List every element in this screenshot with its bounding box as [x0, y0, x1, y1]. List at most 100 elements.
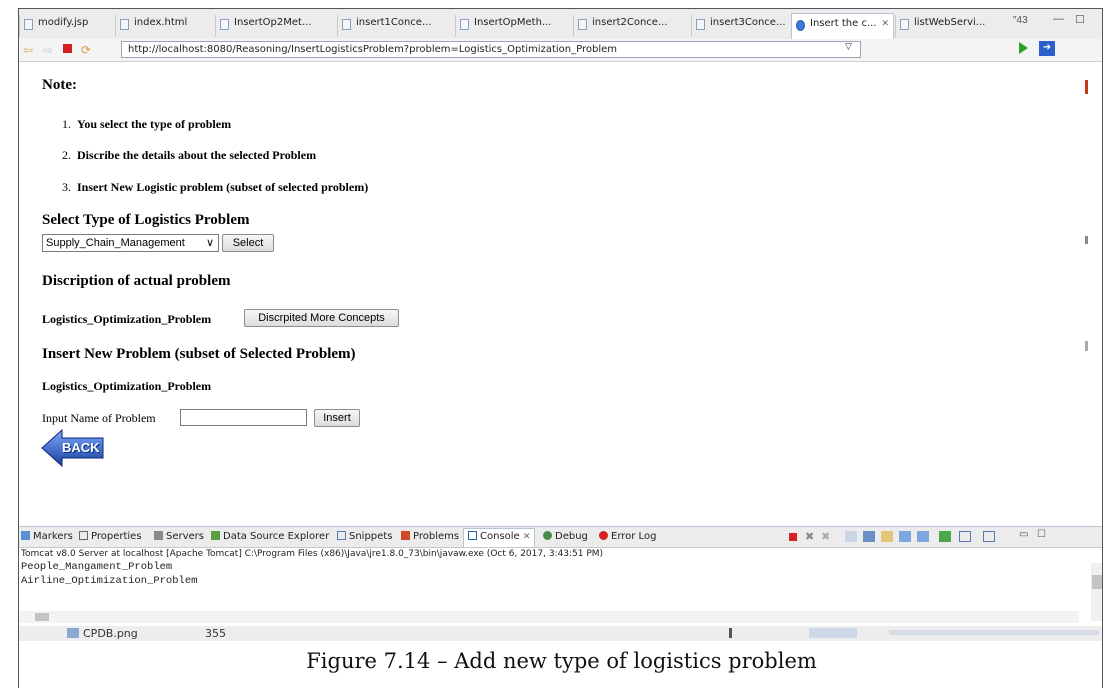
console-horizontal-scrollbar[interactable] — [19, 611, 1079, 623]
file-icon — [24, 19, 33, 30]
show-on-stdout-icon[interactable] — [899, 531, 911, 542]
thumbnail-preview — [889, 630, 1099, 635]
selected-problem-label: Logistics_Optimization_Problem — [42, 379, 212, 393]
console-line: People_Mangament_Problem — [21, 561, 173, 573]
display-console-icon[interactable] — [959, 531, 971, 542]
scrollbar-thumb[interactable] — [35, 613, 49, 621]
back-nav-icon[interactable]: ⇦ — [23, 43, 33, 57]
web-page: Note: 1. You select the type of problem 2… — [19, 61, 1089, 526]
problem-type-select[interactable]: Supply_Chain_Management ∨ — [42, 234, 219, 252]
servers-icon — [154, 531, 163, 540]
browser-toolbar: ⇦ ⇨ ⟳ http://localhost:8080/Reasoning/In… — [19, 39, 1102, 62]
console-line: Airline_Optimization_Problem — [21, 575, 198, 587]
file-icon — [578, 19, 587, 30]
tab-error-log[interactable]: Error Log — [599, 531, 656, 542]
insert-button[interactable]: Insert — [314, 409, 360, 427]
file-icon — [342, 19, 351, 30]
console-close-icon[interactable]: ✕ — [523, 532, 531, 542]
open-external-icon[interactable]: ➜ — [1039, 41, 1055, 56]
console-panel: Markers Properties Servers Data Source E… — [19, 526, 1102, 627]
tab-console[interactable]: Console ✕ — [463, 528, 536, 547]
markers-icon — [21, 531, 30, 540]
word-wrap-icon[interactable] — [881, 531, 893, 542]
go-icon[interactable] — [1019, 42, 1028, 54]
scrollbar-thumb[interactable] — [1092, 575, 1102, 589]
back-button[interactable]: BACK — [40, 428, 106, 468]
url-input[interactable]: http://localhost:8080/Reasoning/InsertLo… — [121, 41, 861, 58]
figure-caption: Figure 7.14 – Add new type of logistics … — [306, 649, 817, 673]
url-dropdown-icon[interactable]: ▽ — [845, 41, 852, 52]
minimize-icon[interactable]: — — [1053, 13, 1064, 25]
debug-icon — [543, 531, 552, 540]
view-tab-bar: Markers Properties Servers Data Source E… — [19, 527, 1102, 548]
editor-tab-bar: modify.jsp index.html InsertOp2Met... in… — [19, 9, 1102, 40]
tab-properties[interactable]: Properties — [79, 531, 142, 542]
properties-icon — [79, 531, 88, 540]
forward-nav-icon[interactable]: ⇨ — [43, 43, 53, 57]
step-1: 1. You select the type of problem — [62, 117, 232, 131]
tab-problems[interactable]: Problems — [401, 531, 459, 542]
step-3: 3. Insert New Logistic problem (subset of… — [62, 180, 369, 194]
file-name[interactable]: CPDB.png — [83, 627, 138, 640]
tab-insertop2met[interactable]: InsertOp2Met... — [215, 15, 329, 37]
screenshot-frame: modify.jsp index.html InsertOp2Met... in… — [18, 8, 1103, 688]
refresh-icon[interactable]: ⟳ — [81, 43, 91, 57]
clear-console-icon[interactable] — [845, 531, 857, 542]
tab-modify-jsp[interactable]: modify.jsp — [19, 15, 107, 37]
console-vertical-scrollbar[interactable] — [1091, 563, 1102, 621]
view-maximize-icon[interactable]: ☐ — [1037, 529, 1049, 540]
open-console-icon[interactable] — [983, 531, 995, 542]
discription-heading: Discription of actual problem — [42, 273, 231, 289]
tab-insert1conce[interactable]: insert1Conce... — [337, 15, 447, 37]
tab-insert2conce[interactable]: insert2Conce... — [573, 15, 683, 37]
select-button[interactable]: Select — [222, 234, 274, 252]
pin-console-icon[interactable] — [939, 531, 951, 542]
tab-servers[interactable]: Servers — [154, 531, 204, 542]
bottom-file-strip: CPDB.png 355 — [19, 626, 1102, 641]
window-edge-fragment — [1085, 341, 1088, 351]
file-icon — [120, 19, 129, 30]
note-heading: Note: — [42, 77, 77, 93]
tab-close-icon[interactable]: ✕ — [881, 19, 889, 29]
remove-all-icon[interactable]: ✖ — [821, 530, 833, 543]
step-2: 2. Discribe the details about the selecte… — [62, 148, 317, 162]
tab-data-source-explorer[interactable]: Data Source Explorer — [211, 531, 329, 542]
actual-problem-label: Logistics_Optimization_Problem — [42, 312, 212, 326]
image-file-icon — [67, 628, 79, 638]
tab-insert3conce[interactable]: insert3Conce... — [691, 15, 797, 37]
console-icon — [468, 531, 477, 540]
terminate-icon[interactable] — [789, 533, 797, 541]
tab-index-html[interactable]: index.html — [115, 15, 207, 37]
problems-icon — [401, 531, 410, 540]
problem-name-input[interactable] — [180, 409, 307, 426]
view-minimize-icon[interactable]: ▭ — [1019, 529, 1031, 540]
file-icon — [696, 19, 705, 30]
tab-overflow-count[interactable]: "43 — [1013, 15, 1028, 26]
chevron-down-icon: ∨ — [205, 237, 214, 249]
thumbnail-preview — [809, 628, 857, 638]
divider — [729, 628, 732, 638]
file-icon — [460, 19, 469, 30]
select-type-heading: Select Type of Logistics Problem — [42, 212, 250, 228]
window-edge-fragment — [1085, 80, 1088, 94]
tab-debug[interactable]: Debug — [543, 531, 588, 542]
error-log-icon — [599, 531, 608, 540]
file-icon — [220, 19, 229, 30]
tab-insertopmeth[interactable]: InsertOpMeth... — [455, 15, 565, 37]
tab-snippets[interactable]: Snippets — [337, 531, 392, 542]
show-on-stderr-icon[interactable] — [917, 531, 929, 542]
remove-launch-icon[interactable]: ✖ — [805, 530, 817, 543]
file-icon — [900, 19, 909, 30]
window-edge-fragment — [1085, 236, 1088, 244]
scroll-lock-icon[interactable] — [863, 531, 875, 542]
tab-listwebservi[interactable]: listWebServi... — [895, 15, 1005, 37]
data-source-icon — [211, 531, 220, 540]
file-size: 355 — [205, 627, 226, 640]
input-name-label: Input Name of Problem — [42, 411, 156, 425]
stop-icon[interactable] — [63, 44, 72, 53]
console-description: Tomcat v8.0 Server at localhost [Apache … — [21, 549, 604, 559]
tab-markers[interactable]: Markers — [21, 531, 73, 542]
maximize-icon[interactable]: ☐ — [1075, 13, 1085, 26]
tab-insert-the-c[interactable]: Insert the c... ✕ — [791, 13, 894, 39]
discrpited-more-concepts-button[interactable]: Discrpited More Concepts — [244, 309, 399, 327]
